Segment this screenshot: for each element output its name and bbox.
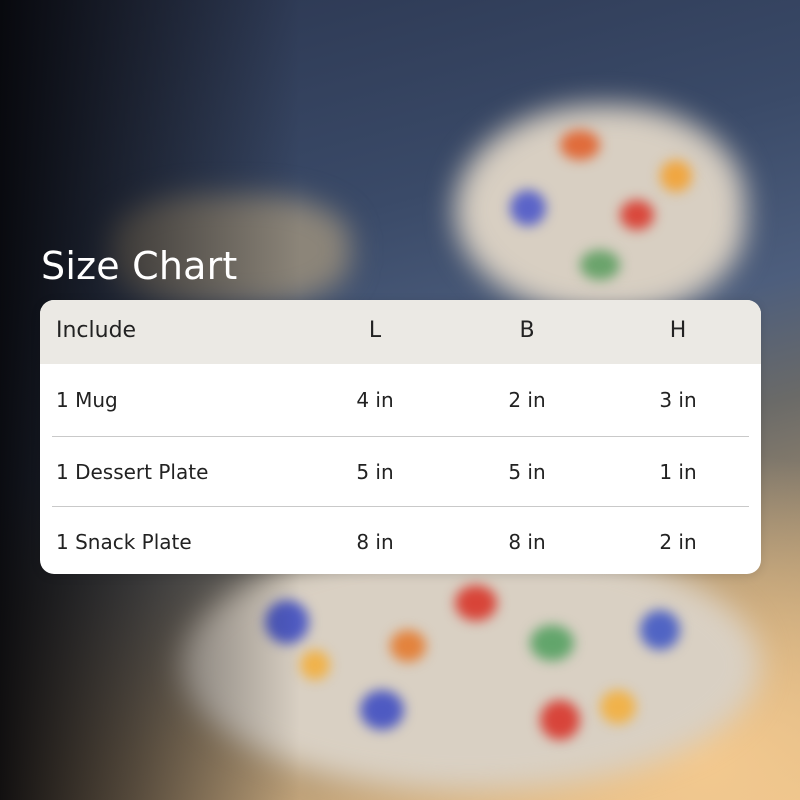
table-row: 1 Snack Plate 8 in 8 in 2 in <box>40 506 761 574</box>
row-height: 3 in <box>659 388 697 412</box>
row-height: 2 in <box>659 530 697 554</box>
row-breadth: 5 in <box>508 460 546 484</box>
row-item: 1 Mug <box>56 388 118 412</box>
header-include: Include <box>56 318 137 343</box>
table-row: 1 Dessert Plate 5 in 5 in 1 in <box>40 436 761 506</box>
header-breadth: B <box>519 318 535 343</box>
row-breadth: 2 in <box>508 388 546 412</box>
header-height: H <box>669 318 687 343</box>
row-length: 4 in <box>356 388 394 412</box>
row-height: 1 in <box>659 460 697 484</box>
blurred-dessert-plate <box>455 105 745 315</box>
header-length: L <box>368 318 382 343</box>
size-chart-table: Include L B H 1 Mug 4 in 2 in 3 in 1 Des… <box>40 300 761 574</box>
row-item: 1 Dessert Plate <box>56 460 209 484</box>
row-breadth: 8 in <box>508 530 546 554</box>
page-title: Size Chart <box>41 244 238 288</box>
table-header: Include L B H <box>40 300 761 364</box>
row-length: 8 in <box>356 530 394 554</box>
row-item: 1 Snack Plate <box>56 530 192 554</box>
row-length: 5 in <box>356 460 394 484</box>
table-row: 1 Mug 4 in 2 in 3 in <box>40 364 761 434</box>
